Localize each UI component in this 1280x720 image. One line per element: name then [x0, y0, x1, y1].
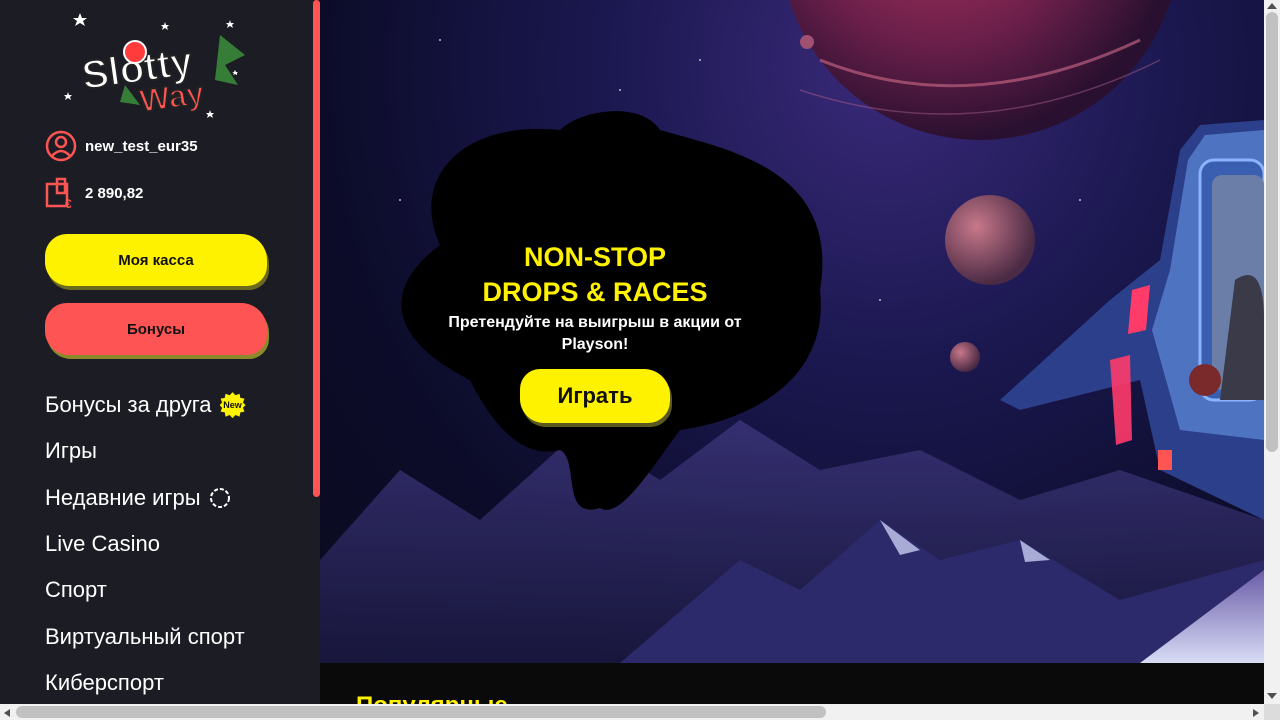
sidebar-nav: Бонусы за друга New Игры Недавние игры L…: [45, 382, 246, 704]
balance[interactable]: € 2 890,82: [45, 177, 143, 209]
vertical-scrollbar-thumb[interactable]: [1266, 12, 1278, 452]
new-badge: New: [219, 392, 246, 419]
scrollbar-corner: [1264, 704, 1280, 720]
promo-banner[interactable]: NON-STOP DROPS & RACES Претендуйте на вы…: [320, 0, 1264, 663]
promo-subtitle: Претендуйте на выигрыш в акции от Playso…: [448, 314, 742, 353]
scroll-left-arrow-icon[interactable]: [3, 708, 11, 718]
cashier-button[interactable]: Моя касса: [45, 234, 267, 286]
logo-text-way: Way: [137, 74, 206, 119]
slottyway-logo[interactable]: Slotty Way: [60, 10, 250, 120]
spaceship: [1000, 120, 1264, 520]
horizontal-scrollbar-thumb[interactable]: [16, 706, 826, 718]
scroll-right-arrow-icon[interactable]: [1252, 708, 1260, 718]
bonuses-button[interactable]: Бонусы: [45, 303, 267, 355]
balance-amount: 2 890,82: [85, 184, 144, 202]
scroll-down-arrow-icon[interactable]: [1266, 692, 1278, 700]
svg-text:€: €: [65, 197, 72, 209]
sidebar-scrollbar-thumb[interactable]: [313, 0, 320, 497]
nav-item-esports[interactable]: Киберспорт: [45, 660, 246, 704]
nav-item-refer-friend[interactable]: Бонусы за друга New: [45, 382, 246, 428]
promo-title-line2: DROPS & RACES: [482, 277, 708, 307]
nav-item-games[interactable]: Игры: [45, 428, 246, 474]
promo-text-block: NON-STOP DROPS & RACES Претендуйте на вы…: [420, 240, 770, 356]
play-button[interactable]: Играть: [520, 369, 670, 423]
user-icon: [45, 130, 77, 162]
promo-title-line1: NON-STOP: [523, 242, 666, 272]
nav-item-virtual-sport[interactable]: Виртуальный спорт: [45, 613, 246, 659]
user-profile[interactable]: new_test_eur35: [45, 130, 198, 162]
nav-item-recent-games[interactable]: Недавние игры: [45, 475, 246, 521]
nav-item-live-casino[interactable]: Live Casino: [45, 521, 246, 567]
page: Slotty Way new_test_eur35 € 2 890,82 Моя…: [0, 0, 1280, 720]
nav-item-sport[interactable]: Спорт: [45, 567, 246, 613]
sidebar: Slotty Way new_test_eur35 € 2 890,82 Моя…: [0, 0, 320, 704]
scroll-up-arrow-icon[interactable]: [1266, 2, 1278, 10]
username: new_test_eur35: [85, 137, 198, 155]
wallet-euro-icon: €: [45, 177, 77, 209]
recent-dashed-circle-icon: [209, 487, 231, 509]
